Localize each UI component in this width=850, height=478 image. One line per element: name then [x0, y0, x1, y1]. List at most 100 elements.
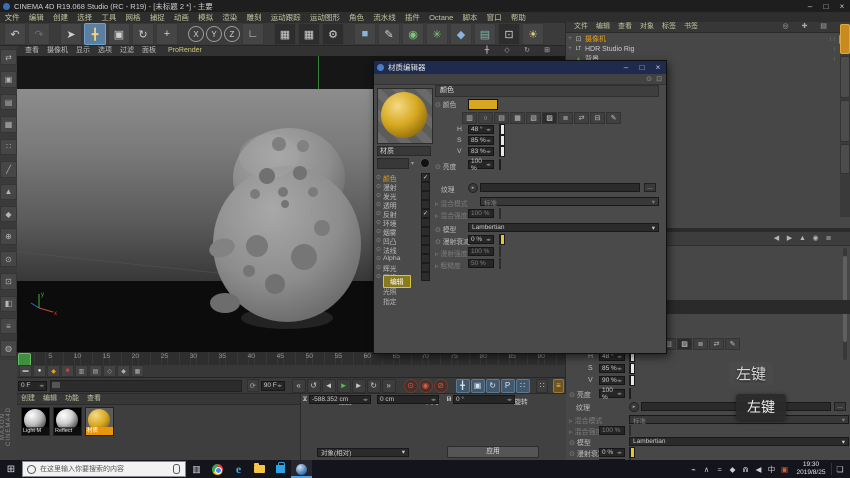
- channel-checkbox[interactable]: [421, 173, 430, 182]
- track-icon-5[interactable]: ▦: [131, 365, 144, 377]
- om-menu-item[interactable]: 查看: [614, 22, 636, 32]
- goto-end-icon[interactable]: »: [382, 379, 396, 393]
- viewport-menu-item[interactable]: 过滤: [116, 46, 138, 56]
- menu-item[interactable]: 编辑: [24, 12, 48, 23]
- tweak-mode-icon[interactable]: ◆: [0, 206, 17, 222]
- move-tool-icon[interactable]: ╋: [84, 23, 106, 45]
- range-end-field[interactable]: 90 F◂▸: [261, 381, 285, 391]
- om-menu-item[interactable]: 标签: [658, 22, 680, 32]
- camera-icon[interactable]: ⊡: [498, 23, 520, 45]
- layout-tab-active[interactable]: [840, 24, 850, 54]
- history-forward-icon[interactable]: ▶: [783, 233, 796, 244]
- apply-button[interactable]: 应用: [447, 446, 539, 458]
- dialog-close-button[interactable]: ×: [650, 61, 666, 74]
- layer-dots[interactable]: ∶: [833, 56, 837, 63]
- channel-checkbox[interactable]: [421, 254, 430, 263]
- keyframe-selection-icon[interactable]: ⊘: [434, 379, 448, 393]
- preview-size-field[interactable]: [377, 158, 409, 169]
- size-field[interactable]: 0 cm◂▸: [377, 395, 439, 404]
- snap-icon[interactable]: ⊡: [0, 273, 17, 289]
- channel-footer-item[interactable]: 光照: [376, 286, 434, 296]
- magnet-icon[interactable]: ◍: [0, 340, 17, 356]
- preview-shape-icon[interactable]: [420, 158, 430, 168]
- axis-mode-icon[interactable]: ⊕: [0, 228, 17, 244]
- viewport-menu-item[interactable]: 显示: [72, 46, 94, 56]
- pen-tray-icon[interactable]: ⌁: [687, 465, 700, 474]
- next-frame-icon[interactable]: ►: [352, 379, 366, 393]
- object-row-hdr-rig[interactable]: + LT HDR Studio Rig ∶ ∷: [566, 44, 850, 54]
- position-field[interactable]: -588.352 cm◂▸: [309, 395, 371, 404]
- mograph-icon[interactable]: ✳: [426, 23, 448, 45]
- quantize-icon[interactable]: ≡: [0, 318, 17, 334]
- dialog-titlebar[interactable]: 材质编辑器 – □ ×: [374, 61, 666, 74]
- volume-icon[interactable]: ◀: [752, 465, 765, 474]
- menu-item[interactable]: 动画: [169, 12, 193, 23]
- menu-item[interactable]: 工具: [97, 12, 121, 23]
- matmgr-menu-item[interactable]: 创建: [17, 394, 39, 404]
- sat-value[interactable]: 85 %◂▸: [468, 136, 494, 145]
- channel-checkbox[interactable]: [421, 227, 430, 236]
- compact-icon[interactable]: ⊟: [590, 112, 605, 124]
- channel-checkbox[interactable]: [421, 218, 430, 227]
- model-dropdown[interactable]: Lambertian▾: [629, 437, 849, 446]
- track-icon-3[interactable]: ◇: [103, 365, 116, 377]
- rgb-icon[interactable]: ▧: [526, 112, 541, 124]
- sat-value[interactable]: 85 %◂▸: [599, 364, 625, 373]
- viewport-menu-item[interactable]: 摄像机: [43, 46, 72, 56]
- object-label[interactable]: HDR Studio Rig: [585, 46, 634, 53]
- current-frame-field[interactable]: 0 F◂▸: [18, 381, 47, 391]
- render-settings-icon[interactable]: ⚙: [322, 23, 344, 45]
- track-icon-1[interactable]: ▥: [75, 365, 88, 377]
- lock-icon[interactable]: ◉: [809, 233, 822, 244]
- points-mode-icon[interactable]: ∷: [0, 139, 17, 155]
- workplane-icon[interactable]: ▦: [0, 116, 17, 132]
- wps-icon[interactable]: ▣: [778, 465, 791, 474]
- redo-icon[interactable]: ↷: [28, 23, 50, 45]
- microphone-icon[interactable]: [173, 464, 180, 474]
- key-parameter-icon[interactable]: P: [501, 379, 515, 393]
- material-thumb-lightm[interactable]: Light M: [21, 407, 50, 436]
- render-picture-viewer-icon[interactable]: ▦: [298, 23, 320, 45]
- layout-tab[interactable]: [840, 56, 850, 98]
- expand-icon[interactable]: +: [566, 36, 574, 42]
- search-icon[interactable]: ◎: [776, 22, 795, 32]
- maximize-button[interactable]: □: [818, 0, 834, 12]
- polygon-mode-icon[interactable]: ▲: [0, 184, 17, 200]
- viewport-menu-item[interactable]: 查看: [21, 46, 43, 56]
- workplane-lock-icon[interactable]: ◧: [0, 296, 17, 312]
- brightness-slider[interactable]: [499, 159, 501, 170]
- next-key-icon[interactable]: ↻: [367, 379, 381, 393]
- spline-pen-icon[interactable]: ✎: [378, 23, 400, 45]
- om-menu-item[interactable]: 编辑: [592, 22, 614, 32]
- texture-mode-icon[interactable]: ▤: [0, 94, 17, 110]
- lock-z-icon[interactable]: Z: [224, 26, 240, 42]
- menu-item[interactable]: 运动图形: [305, 12, 344, 23]
- sep[interactable]: [346, 24, 352, 44]
- menu-item[interactable]: 捕捉: [145, 12, 169, 23]
- material-name-field[interactable]: 材质: [377, 146, 431, 156]
- om-menu-item[interactable]: 书签: [680, 22, 702, 32]
- rotate-tool-icon[interactable]: ↻: [132, 23, 154, 45]
- channel-label[interactable]: 法线: [383, 245, 421, 255]
- sep[interactable]: [52, 24, 58, 44]
- matmgr-menu-item[interactable]: 编辑: [39, 394, 61, 404]
- chevron-down-icon[interactable]: ▾: [411, 160, 414, 167]
- menu-item[interactable]: 角色: [344, 12, 368, 23]
- brightness-value[interactable]: 100 %◂▸: [468, 160, 494, 169]
- menu-item[interactable]: 选择: [73, 12, 97, 23]
- layer-dots[interactable]: ∶∶: [830, 36, 837, 43]
- environment-icon[interactable]: ▤: [474, 23, 496, 45]
- prev-frame-icon[interactable]: ◄: [322, 379, 336, 393]
- menu-item[interactable]: 脚本: [458, 12, 482, 23]
- onedrive-icon[interactable]: ≈: [713, 465, 726, 474]
- minimize-button[interactable]: –: [802, 0, 818, 12]
- light-icon[interactable]: ☀: [522, 23, 544, 45]
- range-marker[interactable]: [52, 382, 60, 388]
- keying-presets-icon[interactable]: ≡: [553, 379, 565, 393]
- model-mode-icon[interactable]: ▣: [0, 71, 17, 87]
- hue-slider[interactable]: [499, 124, 501, 135]
- mixer-icon[interactable]: ⇄: [574, 112, 589, 124]
- hsv-icon[interactable]: ▨: [677, 338, 692, 350]
- key-pla-icon[interactable]: ∷: [516, 379, 530, 393]
- layer-dots[interactable]: ∶: [833, 46, 837, 53]
